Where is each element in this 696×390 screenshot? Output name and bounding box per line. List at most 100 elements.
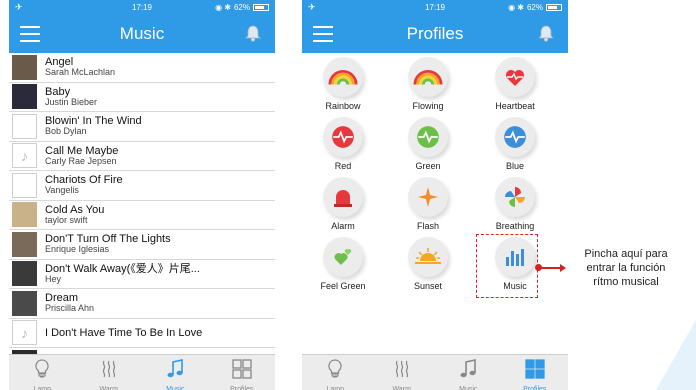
profile-label: Flowing	[412, 101, 444, 111]
music-note-icon	[456, 357, 480, 386]
status-bar: ✈ 17:19 ◉ ✱ 62%	[302, 0, 568, 15]
profile-label: Alarm	[331, 221, 355, 231]
status-icons: ◉ ✱	[508, 3, 524, 12]
profile-flash[interactable]: Flash	[398, 177, 458, 235]
song-artist: Vangelis	[45, 185, 79, 196]
nav-bar: Profiles	[302, 15, 568, 53]
battery-icon	[546, 4, 562, 11]
profile-label: Blue	[505, 161, 524, 171]
tab-label: Warm	[99, 386, 118, 390]
tab-label: Music	[166, 386, 185, 390]
song-artist: Sarah McLachlan	[45, 67, 116, 78]
song-row[interactable]: ♪ I Don't Have Time To Be In Love	[9, 319, 275, 348]
music-screen: ✈ 17:19 ◉ ✱ 62% Music Angel Sarah McLachl…	[9, 0, 275, 390]
profile-label: Heartbeat	[495, 101, 535, 111]
tab-music[interactable]: Music	[142, 355, 209, 390]
profile-label: Flash	[416, 221, 439, 231]
song-text: Call Me Maybe Carly Rae Jepsen	[45, 145, 118, 167]
song-title: I Don't Have Time To Be In Love	[45, 326, 203, 339]
status-right: ◉ ✱ 62%	[215, 3, 269, 12]
song-artist: Hey	[45, 273, 62, 284]
rainbow-icon	[408, 57, 448, 97]
song-text: Baby Justin Bieber	[45, 86, 97, 108]
song-row[interactable]: ♪ Call Me Maybe Carly Rae Jepsen	[9, 142, 275, 171]
album-art-placeholder	[12, 113, 37, 139]
tab-label: Warm	[392, 386, 411, 390]
profile-sunset[interactable]: Sunset	[398, 237, 458, 295]
song-text: Angel Sarah McLachlan	[45, 56, 115, 78]
album-art	[12, 231, 37, 257]
pulse-icon	[495, 117, 535, 157]
notification-bell-icon[interactable]	[536, 23, 556, 43]
song-row[interactable]: Don'T Turn Off The Lights Enrique Iglesia…	[9, 230, 275, 260]
pulse-icon	[323, 117, 363, 157]
tab-warm[interactable]: Warm	[369, 355, 436, 390]
album-art	[12, 261, 37, 287]
bulb-icon	[30, 357, 54, 386]
profile-alarm[interactable]: Alarm	[313, 177, 373, 235]
waves-icon	[390, 357, 414, 386]
grid-icon	[523, 357, 547, 386]
profiles-screen: ✈ 17:19 ◉ ✱ 62% Profiles Rainbow Flowing H…	[302, 0, 568, 390]
song-row[interactable]: Dream Priscilla Ahn	[9, 289, 275, 319]
waves-icon	[97, 357, 121, 386]
song-row[interactable]: Blowin' In The Wind Bob Dylan	[9, 112, 275, 142]
tab-warm[interactable]: Warm	[76, 355, 143, 390]
tab-profiles[interactable]: Profiles	[502, 355, 569, 390]
battery-percent: 62%	[526, 3, 543, 12]
sunset-icon	[408, 237, 448, 277]
profile-rainbow[interactable]: Rainbow	[313, 57, 373, 115]
profile-label: Red	[334, 161, 352, 171]
tab-lamp[interactable]: Lamp	[9, 355, 76, 390]
profile-red[interactable]: Red	[313, 117, 373, 175]
flash-icon	[408, 177, 448, 217]
tab-label: Profiles	[230, 386, 254, 390]
bulb-icon	[323, 357, 347, 386]
decorative-corner-shape	[656, 320, 696, 390]
profile-green[interactable]: Green	[398, 117, 458, 175]
tab-label: Lamp	[33, 386, 51, 390]
hearts-icon	[323, 237, 363, 277]
battery-percent: 62%	[233, 3, 250, 12]
music-note-icon	[163, 357, 187, 386]
song-row[interactable]: Chariots Of Fire Vangelis	[9, 171, 275, 201]
tab-bar: Lamp Warm Music Profiles	[302, 354, 568, 390]
tab-lamp[interactable]: Lamp	[302, 355, 369, 390]
status-icons: ◉ ✱	[215, 3, 231, 12]
annotation-line-1: Pincha aquí para	[584, 248, 668, 260]
song-text: I Don't Have Time To Be In Love	[45, 327, 202, 339]
profile-heartbeat[interactable]: Heartbeat	[485, 57, 545, 115]
tab-music[interactable]: Music	[435, 355, 502, 390]
tab-profiles[interactable]: Profiles	[209, 355, 276, 390]
grid-icon	[230, 357, 254, 386]
profile-label: Green	[415, 161, 441, 171]
profile-blue[interactable]: Blue	[485, 117, 545, 175]
profile-label: Feel Green	[320, 281, 366, 291]
album-art	[12, 290, 37, 316]
profile-breathing[interactable]: Breathing	[485, 177, 545, 235]
song-artist: Carly Rae Jepsen	[45, 155, 117, 166]
song-row[interactable]: Cold As You taylor swift	[9, 201, 275, 230]
profile-flowing[interactable]: Flowing	[398, 57, 458, 115]
music-note-icon: ♪	[12, 320, 37, 346]
song-list: Angel Sarah McLachlan Baby Justin Bieber Blo…	[9, 53, 275, 378]
notification-bell-icon[interactable]	[243, 23, 263, 43]
album-art-placeholder	[12, 172, 37, 198]
song-row[interactable]: Don't Walk Away(《爱人》片尾... Hey	[9, 260, 275, 289]
song-text: Chariots Of Fire Vangelis	[45, 174, 123, 196]
album-art	[12, 84, 37, 110]
song-text: Don't Walk Away(《爱人》片尾... Hey	[45, 263, 200, 285]
page-title: Music	[119, 24, 165, 43]
annotation-line-2: entrar la función	[586, 261, 666, 274]
nav-bar: Music	[9, 15, 275, 53]
song-row[interactable]: Angel Sarah McLachlan	[9, 53, 275, 83]
profile-label: Sunset	[413, 281, 443, 291]
profile-feel-green[interactable]: Feel Green	[313, 237, 373, 295]
tab-label: Profiles	[523, 386, 547, 390]
annotation-line-3: rítmo musical	[593, 275, 659, 288]
song-artist: Priscilla Ahn	[45, 303, 95, 314]
rainbow-icon	[323, 57, 363, 97]
battery-icon	[253, 4, 269, 11]
profile-label: Breathing	[495, 221, 535, 231]
song-row[interactable]: Baby Justin Bieber	[9, 83, 275, 112]
